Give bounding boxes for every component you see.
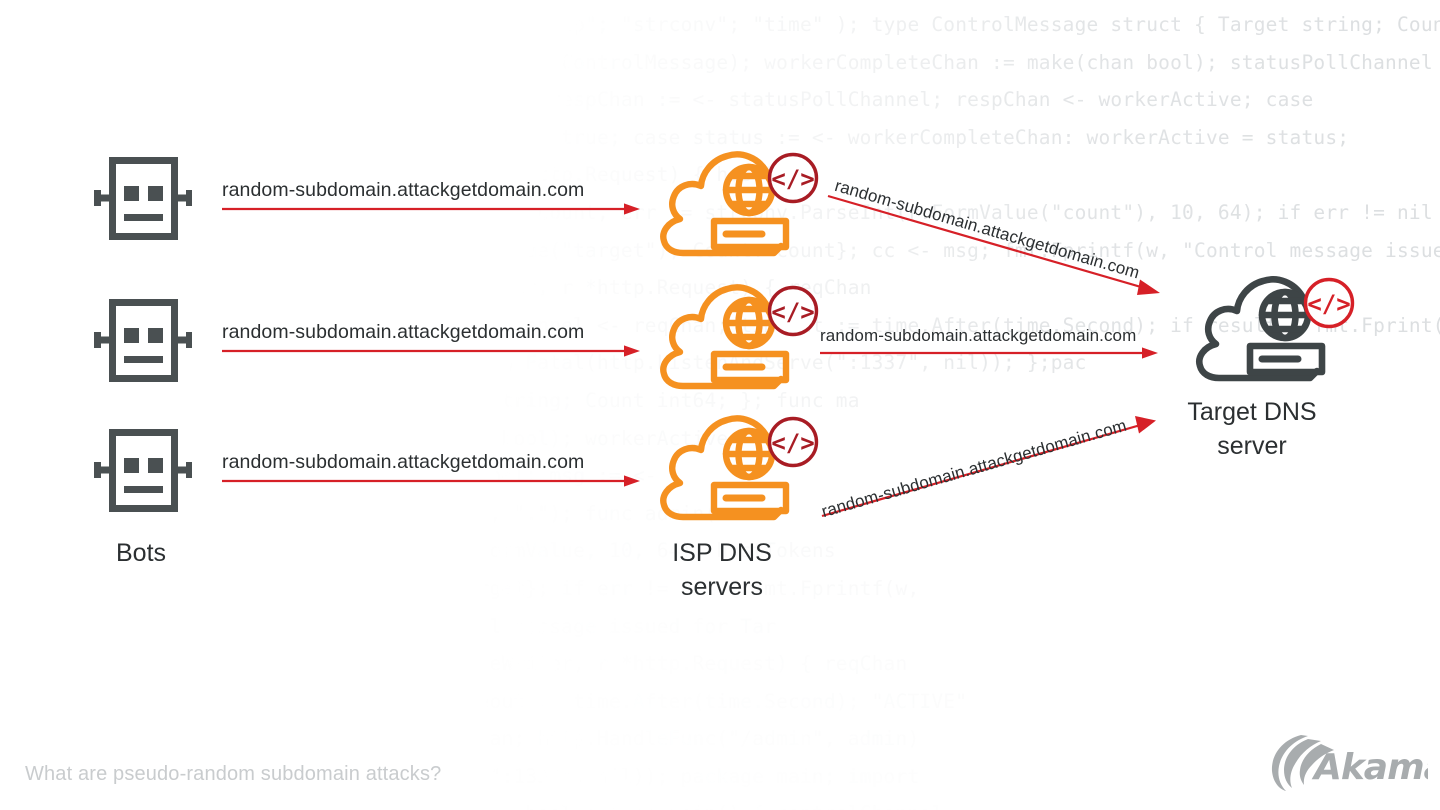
target-group-label-line1: Target DNS (1187, 398, 1317, 426)
code-badge-icon: </> (767, 285, 819, 337)
flow-bot-1-to-isp-1: random-subdomain.attackgetdomain.com (222, 176, 642, 216)
bot-icon-2 (92, 296, 193, 393)
cloud-dns-server-icon: </> (660, 151, 819, 257)
svg-text:</>: </> (771, 165, 814, 193)
bot-icon-3 (92, 426, 193, 523)
target-group-label-line2: server (1217, 432, 1287, 460)
target-dns-server: </> (1186, 272, 1358, 389)
bot-face-icon (94, 299, 193, 382)
isp-dns-server-2: </> (650, 281, 822, 396)
akamai-logo: Akamai (1268, 731, 1440, 793)
arrow-line (222, 475, 640, 487)
arrow-line (827, 194, 1160, 295)
isp-dns-server-3: </> (650, 412, 822, 527)
target-group-label: Target DNS server (1152, 395, 1352, 463)
isp-dns-server-1: </> (650, 148, 822, 263)
page-caption: What are pseudo-random subdomain attacks… (25, 763, 442, 785)
isp-group-label-line2: servers (681, 573, 763, 601)
flow-label: random-subdomain.attackgetdomain.com (222, 179, 585, 201)
flow-label: random-subdomain.attackgetdomain.com (820, 326, 1137, 345)
arrow-line (222, 345, 640, 357)
diagram-canvas: package main; import ( "fmt"; "net/http"… (0, 0, 1440, 810)
flow-bot-3-to-isp-3: random-subdomain.attackgetdomain.com (222, 448, 642, 488)
code-badge-icon: </> (767, 152, 819, 204)
bot-face-icon (94, 429, 193, 512)
svg-text:Akamai: Akamai (1311, 747, 1428, 788)
flow-isp-3-to-target: random-subdomain.attackgetdomain.com (819, 416, 1162, 523)
isp-group-label-line1: ISP DNS (672, 539, 772, 567)
code-badge-icon: </> (767, 416, 819, 468)
flow-label: random-subdomain.attackgetdomain.com (222, 321, 585, 343)
arrow-line (222, 203, 640, 215)
cloud-dns-server-icon: </> (1196, 276, 1355, 382)
isp-group-label: ISP DNS servers (622, 536, 822, 604)
bot-face-icon (94, 157, 193, 240)
akamai-logo-icon: Akamai (1271, 735, 1440, 791)
bot-icon-1 (92, 154, 193, 251)
bots-group-label: Bots (115, 539, 167, 567)
flow-label: random-subdomain.attackgetdomain.com (222, 451, 585, 473)
flow-isp-2-to-target: random-subdomain.attackgetdomain.com (820, 320, 1160, 360)
code-badge-icon: </> (1303, 277, 1355, 329)
svg-text:</>: </> (1307, 290, 1350, 318)
cloud-dns-server-icon: </> (660, 415, 819, 521)
arrow-line (820, 347, 1158, 359)
flow-bot-2-to-isp-2: random-subdomain.attackgetdomain.com (222, 318, 642, 358)
cloud-dns-server-icon: </> (660, 284, 819, 390)
svg-text:</>: </> (771, 429, 814, 457)
flow-isp-1-to-target: random-subdomain.attackgetdomain.com (827, 176, 1168, 301)
svg-text:</>: </> (771, 298, 814, 326)
